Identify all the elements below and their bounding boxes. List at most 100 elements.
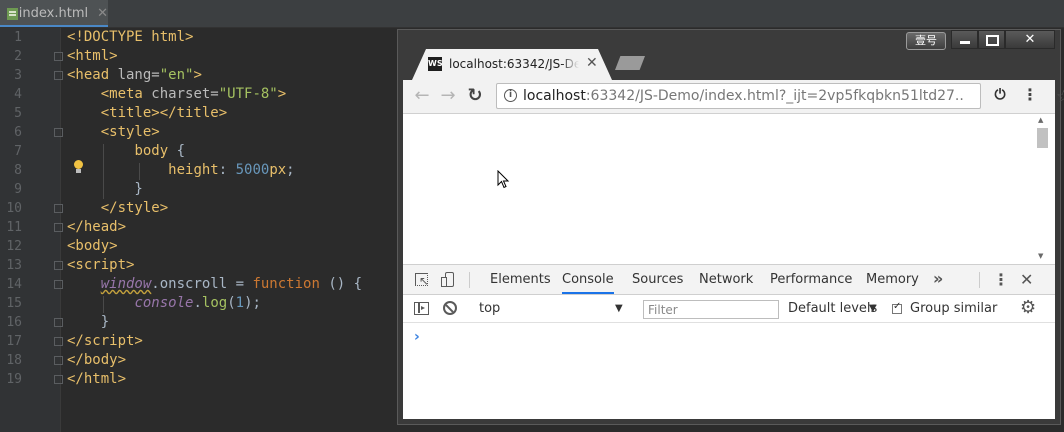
code-text[interactable]: <!DOCTYPE html> — [67, 28, 193, 47]
new-tab-button[interactable] — [615, 56, 645, 70]
scroll-thumb[interactable] — [1037, 128, 1048, 148]
code-text[interactable]: } — [67, 313, 109, 332]
fold-marker-icon[interactable] — [54, 280, 63, 289]
line-number: 7 — [14, 144, 22, 159]
code-line[interactable]: 8 height: 5000px; — [0, 161, 400, 180]
code-text[interactable]: </head> — [67, 218, 126, 237]
address-bar[interactable]: i localhost:63342/JS-Demo/index.html?_ij… — [496, 83, 1064, 109]
tab-sources[interactable]: Sources — [632, 265, 683, 294]
code-line[interactable]: 9 } — [0, 180, 400, 199]
url-text[interactable]: localhost:63342/JS-Demo/index.html?_ijt=… — [523, 87, 963, 105]
editor-tab-indicator — [0, 25, 108, 27]
code-text[interactable]: </style> — [67, 199, 168, 218]
page-scrollbar[interactable]: ▲ ▼ — [1035, 114, 1050, 264]
browser-titlebar[interactable]: 壹号 ✕ WS localhost:63342/JS-Demo ✕ — [398, 30, 1060, 80]
code-text[interactable]: </script> — [67, 332, 143, 351]
code-text[interactable]: } — [67, 180, 142, 199]
indent-guide — [139, 163, 140, 180]
console-sidebar-icon[interactable] — [414, 302, 429, 315]
devtools-panel: Elements Console Sources Network Perform… — [403, 264, 1055, 419]
editor-tab-label: index.html — [18, 6, 89, 21]
context-selector[interactable]: top — [479, 301, 624, 317]
fold-marker-icon[interactable] — [54, 223, 63, 232]
editor-tab-close-icon[interactable]: ✕ — [97, 6, 108, 21]
fold-marker-icon[interactable] — [54, 318, 63, 327]
line-number: 10 — [6, 201, 22, 216]
profile-button[interactable]: 壹号 — [906, 32, 946, 50]
code-line[interactable]: 15 console.log(1); — [0, 294, 400, 313]
indent-guide — [103, 296, 104, 313]
scroll-down-arrow-icon[interactable]: ▼ — [1038, 252, 1043, 260]
log-levels-dropdown[interactable]: Default levels — [788, 301, 877, 317]
inspect-element-icon[interactable] — [414, 272, 430, 288]
indent-guide — [103, 144, 104, 199]
tab-elements[interactable]: Elements — [490, 265, 551, 294]
bookmark-star-icon[interactable]: ☆ — [1056, 87, 1064, 107]
fold-marker-icon[interactable] — [54, 356, 63, 365]
line-number: 9 — [14, 182, 22, 197]
fold-marker-icon[interactable] — [54, 375, 63, 384]
devtools-divider — [469, 272, 470, 288]
fold-marker-icon[interactable] — [54, 337, 63, 346]
mouse-cursor-icon — [497, 170, 510, 189]
tab-performance[interactable]: Performance — [770, 265, 852, 294]
line-number: 19 — [6, 372, 22, 387]
code-text[interactable]: <meta charset="UTF-8"> — [67, 85, 286, 104]
context-caret-icon[interactable]: ▼ — [615, 301, 623, 317]
line-number: 12 — [6, 239, 22, 254]
code-text[interactable]: body { — [67, 142, 185, 161]
reload-icon[interactable]: ↻ — [464, 85, 486, 107]
fold-marker-icon[interactable] — [54, 128, 63, 137]
fold-marker-icon[interactable] — [54, 261, 63, 270]
code-text[interactable]: <html> — [67, 47, 118, 66]
maximize-button[interactable] — [978, 30, 1005, 49]
more-tabs-icon[interactable]: » — [933, 265, 943, 293]
group-similar-checkbox[interactable] — [892, 301, 902, 314]
device-toolbar-icon[interactable] — [441, 272, 457, 288]
code-line[interactable]: 5 <title></title> — [0, 104, 400, 123]
console-filter-input[interactable] — [643, 300, 779, 319]
code-text[interactable]: window.onscroll = function () { — [67, 275, 362, 294]
code-text[interactable]: height: 5000px; — [67, 161, 294, 180]
minimize-button[interactable] — [951, 30, 978, 49]
code-text[interactable]: <script> — [67, 256, 134, 275]
console-settings-gear-icon[interactable]: ⚙ — [1020, 298, 1036, 318]
code-text[interactable]: <title></title> — [67, 104, 227, 123]
scroll-up-arrow-icon[interactable]: ▲ — [1038, 116, 1043, 124]
code-text[interactable]: <body> — [67, 237, 118, 256]
tab-console[interactable]: Console — [562, 265, 614, 294]
line-number: 16 — [6, 315, 22, 330]
browser-tab-close-icon[interactable]: ✕ — [586, 55, 598, 71]
chrome-menu-icon[interactable]: ⋮ — [1022, 85, 1038, 105]
intention-bulb-icon[interactable] — [73, 160, 84, 174]
tab-memory[interactable]: Memory — [866, 265, 919, 294]
code-text[interactable]: </html> — [67, 370, 126, 389]
line-number: 13 — [6, 258, 22, 273]
code-text[interactable]: console.log(1); — [67, 294, 260, 313]
forward-arrow-icon[interactable]: → — [437, 85, 459, 107]
code-text[interactable]: </body> — [67, 351, 126, 370]
code-line[interactable]: 12 <body> — [0, 237, 400, 256]
devtools-close-icon[interactable]: ✕ — [1020, 265, 1033, 294]
editor-tab-index-html[interactable]: index.html ✕ — [0, 0, 108, 27]
console-input[interactable] — [427, 329, 428, 344]
power-icon[interactable]: ⏻ — [990, 85, 1010, 105]
back-arrow-icon[interactable]: ← — [411, 85, 433, 107]
code-text[interactable]: <style> — [67, 123, 160, 142]
line-number: 8 — [14, 163, 22, 178]
browser-window: 壹号 ✕ WS localhost:63342/JS-Demo ✕ ← → ↻ … — [397, 29, 1064, 425]
code-line[interactable]: 7 body { — [0, 142, 400, 161]
code-text[interactable]: <head lang="en"> — [67, 66, 202, 85]
fold-marker-icon[interactable] — [54, 52, 63, 61]
window-close-button[interactable]: ✕ — [1005, 30, 1055, 49]
tab-network[interactable]: Network — [699, 265, 753, 294]
fold-marker-icon[interactable] — [54, 204, 63, 213]
devtools-menu-icon[interactable]: ⋮ — [993, 265, 1009, 294]
code-line[interactable]: 4 <meta charset="UTF-8"> — [0, 85, 400, 104]
fold-marker-icon[interactable] — [54, 71, 63, 80]
line-number: 5 — [14, 106, 22, 121]
code-line[interactable]: 1 <!DOCTYPE html> — [0, 28, 400, 47]
site-info-icon[interactable]: i — [504, 89, 517, 102]
clear-console-icon[interactable] — [443, 301, 457, 315]
log-levels-caret-icon[interactable]: ▼ — [869, 301, 877, 317]
